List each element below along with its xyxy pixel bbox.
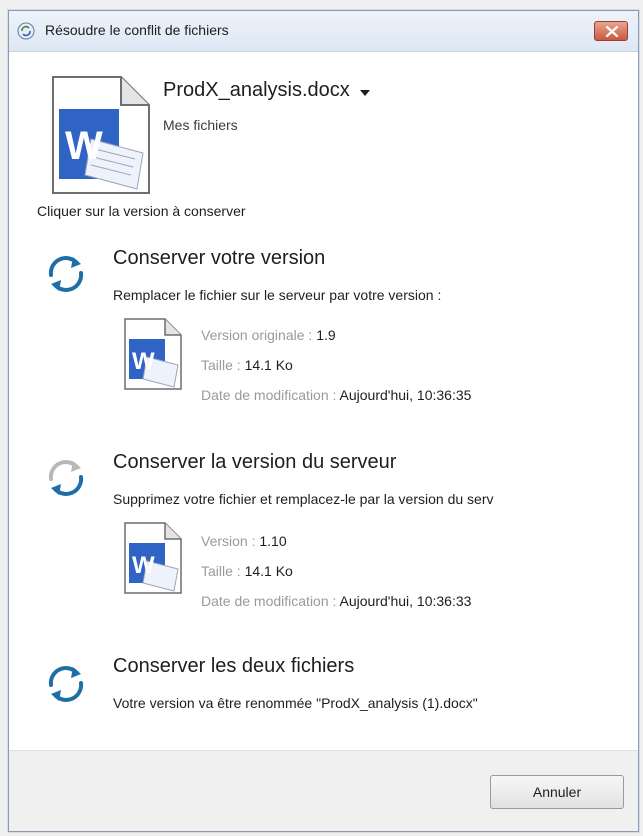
- option-title: Conserver les deux fichiers: [113, 655, 355, 677]
- word-document-icon: W: [121, 521, 185, 595]
- word-document-icon: W: [47, 73, 155, 197]
- cancel-button[interactable]: Annuler: [490, 775, 624, 809]
- word-document-icon: W: [121, 317, 185, 391]
- svg-text:W: W: [65, 124, 103, 168]
- file-name-dropdown[interactable]: ProdX_analysis.docx: [163, 79, 370, 102]
- file-name: ProdX_analysis.docx: [163, 79, 350, 101]
- app-icon: [17, 22, 35, 40]
- modified-date-line: Date de modification : Aujourd'hui, 10:3…: [201, 593, 472, 609]
- close-button[interactable]: [594, 21, 628, 41]
- size-line: Taille : 14.1 Ko: [201, 563, 293, 579]
- title-bar: Résoudre le conflit de fichiers: [9, 11, 638, 52]
- option-description: Votre version va être renommée "ProdX_an…: [113, 695, 478, 711]
- dialog-footer: Annuler: [9, 750, 638, 831]
- conflict-dialog: Résoudre le conflit de fichiers W ProdX_…: [8, 10, 639, 832]
- option-keep-your-version[interactable]: Conserver votre version Remplacer le fic…: [9, 241, 638, 421]
- svg-text:W: W: [132, 552, 155, 579]
- original-version-line: Version originale : 1.9: [201, 327, 336, 343]
- option-description: Remplacer le fichier sur le serveur par …: [113, 287, 442, 303]
- window-title: Résoudre le conflit de fichiers: [45, 22, 229, 38]
- option-description: Supprimez votre fichier et remplacez-le …: [113, 491, 494, 507]
- sync-arrows-icon: [43, 253, 89, 295]
- size-line: Taille : 14.1 Ko: [201, 357, 293, 373]
- option-title: Conserver votre version: [113, 247, 326, 269]
- option-title: Conserver la version du serveur: [113, 451, 397, 473]
- close-icon: [606, 26, 618, 37]
- modified-date-line: Date de modification : Aujourd'hui, 10:3…: [201, 387, 472, 403]
- svg-text:W: W: [132, 348, 155, 375]
- instruction-text: Cliquer sur la version à conserver: [37, 203, 246, 219]
- sync-arrows-icon: [43, 457, 89, 499]
- sync-arrows-icon: [43, 663, 89, 705]
- version-line: Version : 1.10: [201, 533, 287, 549]
- chevron-down-icon[interactable]: [359, 79, 370, 102]
- option-keep-both-files[interactable]: Conserver les deux fichiers Votre versio…: [9, 651, 638, 721]
- file-location: Mes fichiers: [163, 117, 238, 133]
- option-keep-server-version[interactable]: Conserver la version du serveur Supprime…: [9, 447, 638, 627]
